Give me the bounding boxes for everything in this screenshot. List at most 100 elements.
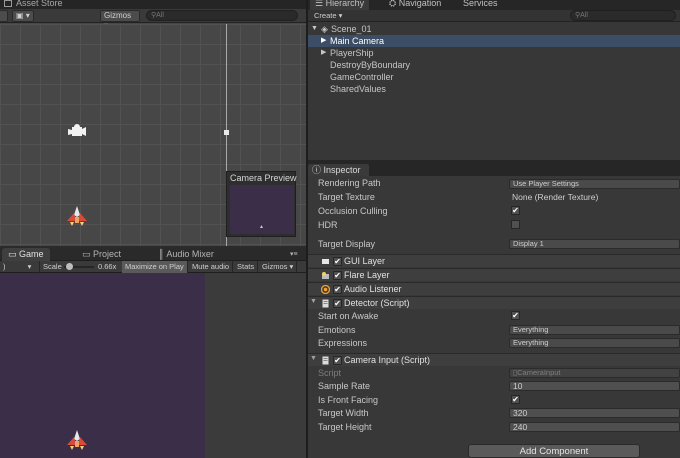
- folder-icon: ▭: [82, 249, 91, 259]
- fold-arrow-expanded-icon: ▼: [311, 25, 318, 32]
- scene-mode-button[interactable]: [0, 10, 8, 22]
- inspector-panel: ⓘ Inspector Rendering Path Use Player Se…: [308, 164, 680, 458]
- occlusion-culling-checkbox[interactable]: ✔: [511, 206, 520, 215]
- tab-inspector[interactable]: ⓘ Inspector: [308, 164, 369, 176]
- camera-resize-handle[interactable]: [224, 130, 229, 135]
- hierarchy-item[interactable]: ▶ Main Camera: [308, 35, 680, 47]
- flare-layer-enable-checkbox[interactable]: ✔: [333, 271, 342, 280]
- hierarchy-item[interactable]: ▶ PlayerShip: [308, 47, 680, 59]
- display-dropdown[interactable]: ) ▾: [0, 261, 40, 273]
- scene-view-panel: Asset Store ▣ ▾ Gizmos ▾ ⚲All Camera Pre…: [0, 0, 306, 246]
- expressions-dropdown[interactable]: Everything: [509, 338, 680, 348]
- hierarchy-search-input[interactable]: ⚲All: [570, 10, 676, 21]
- rendering-path-label: Rendering Path: [318, 178, 381, 188]
- gui-layer-enable-checkbox[interactable]: ✔: [333, 257, 342, 266]
- tab-services[interactable]: Services: [458, 0, 503, 10]
- add-component-button[interactable]: Add Component: [468, 444, 640, 458]
- occlusion-culling-label: Occlusion Culling: [318, 206, 388, 216]
- audio-listener-component-header[interactable]: ✔ Audio Listener: [308, 282, 680, 295]
- is-front-facing-label: Is Front Facing: [318, 395, 379, 405]
- camera-input-component-header[interactable]: ▼ ✔ Camera Input (Script): [308, 353, 680, 366]
- detector-component-header[interactable]: ▼ ✔ Detector (Script): [308, 296, 680, 309]
- maximize-on-play-toggle[interactable]: Maximize on Play: [122, 261, 188, 273]
- scale-value: 0.66x: [98, 262, 117, 271]
- tab-hierarchy-label: Hierarchy: [325, 0, 365, 8]
- tab-game[interactable]: ▭ Game: [2, 248, 50, 261]
- hierarchy-item-label: GameController: [330, 72, 394, 82]
- info-icon: ⓘ: [312, 165, 322, 175]
- scene-effects-button[interactable]: ▣ ▾: [12, 10, 34, 22]
- tab-asset-store-label: Asset Store: [16, 0, 63, 8]
- hdr-checkbox[interactable]: [511, 220, 520, 229]
- gui-layer-title: GUI Layer: [344, 256, 386, 266]
- hierarchy-scene-row[interactable]: ▼ ◈ Scene_01: [308, 23, 680, 35]
- target-height-input[interactable]: 240: [509, 422, 680, 432]
- target-texture-label: Target Texture: [318, 192, 375, 202]
- chevron-down-icon: ▾: [27, 262, 32, 271]
- hierarchy-item-label: DestroyByBoundary: [330, 60, 411, 70]
- tab-project[interactable]: ▭ Project: [76, 248, 127, 261]
- tab-navigation[interactable]: ⛭ Navigation: [384, 0, 446, 10]
- hierarchy-item[interactable]: SharedValues: [308, 83, 680, 95]
- hierarchy-item-label: PlayerShip: [330, 48, 374, 58]
- hierarchy-item-label: SharedValues: [330, 84, 386, 94]
- player-ship-sprite[interactable]: [64, 205, 90, 227]
- hierarchy-tab-bar: ☰ Hierarchy ⛭ Navigation Services: [308, 0, 680, 10]
- game-gizmos-dropdown[interactable]: Gizmos ▾: [259, 261, 298, 273]
- flare-layer-component-header[interactable]: ✔ Flare Layer: [308, 268, 680, 281]
- emotions-label: Emotions: [318, 325, 356, 335]
- game-view-panel: ▭ Game ▭ Project ║ Audio Mixer ▾≡ ) ▾ Sc…: [0, 248, 306, 458]
- start-on-awake-checkbox[interactable]: ✔: [511, 311, 520, 320]
- asset-store-icon: [4, 0, 12, 7]
- tab-game-label: Game: [19, 249, 44, 259]
- scene-search-input[interactable]: ⚲All: [146, 10, 298, 21]
- tab-services-label: Services: [463, 0, 498, 8]
- scene-tab-bar: Asset Store: [0, 0, 306, 9]
- scene-gizmos-label: Gizmos: [104, 11, 132, 20]
- sample-rate-input[interactable]: 10: [509, 381, 680, 391]
- scene-toolbar: ▣ ▾ Gizmos ▾ ⚲All: [0, 9, 306, 30]
- camera-gizmo-icon[interactable]: [66, 124, 88, 140]
- camera-input-enable-checkbox[interactable]: ✔: [333, 356, 342, 365]
- target-texture-field[interactable]: None (Render Texture): [509, 193, 680, 203]
- mute-audio-toggle[interactable]: Mute audio: [189, 261, 234, 273]
- audio-listener-enable-checkbox[interactable]: ✔: [333, 285, 342, 294]
- fold-arrow-collapsed-icon: ▶: [321, 49, 327, 56]
- tab-hierarchy[interactable]: ☰ Hierarchy: [310, 0, 370, 10]
- camera-input-title: Camera Input (Script): [344, 355, 431, 365]
- camera-preview-image: ▲: [230, 185, 294, 234]
- game-tab-bar: ▭ Game ▭ Project ║ Audio Mixer ▾≡: [0, 248, 306, 261]
- tab-asset-store[interactable]: Asset Store: [4, 0, 63, 8]
- detector-enable-checkbox[interactable]: ✔: [333, 299, 342, 308]
- fold-arrow-expanded-icon[interactable]: ▼: [310, 298, 317, 305]
- hierarchy-toolbar: Create ▾ ⚲All: [308, 10, 680, 22]
- script-reference-value: CameraInput: [517, 368, 561, 377]
- image-icon: ▣ ▾: [16, 11, 30, 20]
- create-dropdown[interactable]: Create ▾: [314, 11, 342, 20]
- game-viewport[interactable]: [0, 273, 205, 458]
- rendering-path-dropdown[interactable]: Use Player Settings: [509, 179, 680, 189]
- scene-gizmos-dropdown[interactable]: Gizmos ▾: [100, 10, 140, 30]
- navigation-icon: ⛭: [389, 0, 397, 8]
- game-controller-icon: ▭: [8, 249, 17, 259]
- sample-rate-label: Sample Rate: [318, 381, 371, 391]
- hierarchy-item[interactable]: GameController: [308, 71, 680, 83]
- fold-arrow-expanded-icon[interactable]: ▼: [310, 355, 317, 362]
- target-display-dropdown[interactable]: Display 1: [509, 239, 680, 249]
- tab-project-label: Project: [93, 249, 122, 259]
- target-display-label: Target Display: [318, 239, 376, 249]
- gui-layer-component-header[interactable]: ✔ GUI Layer: [308, 254, 680, 267]
- flare-layer-title: Flare Layer: [344, 270, 390, 280]
- tab-audio-mixer[interactable]: ║ Audio Mixer: [152, 248, 220, 261]
- panel-menu-icon[interactable]: ▾≡: [284, 248, 304, 261]
- scale-slider-thumb[interactable]: [66, 263, 74, 270]
- unity-scene-icon: ◈: [321, 24, 328, 34]
- hierarchy-item[interactable]: DestroyByBoundary: [308, 59, 680, 71]
- game-view-letterbox: [205, 273, 306, 458]
- is-front-facing-checkbox[interactable]: ✔: [511, 395, 520, 404]
- expressions-label: Expressions: [318, 338, 368, 348]
- target-width-input[interactable]: 320: [509, 408, 680, 418]
- emotions-dropdown[interactable]: Everything: [509, 325, 680, 335]
- stats-toggle[interactable]: Stats: [234, 261, 259, 273]
- list-icon: ☰: [315, 0, 324, 8]
